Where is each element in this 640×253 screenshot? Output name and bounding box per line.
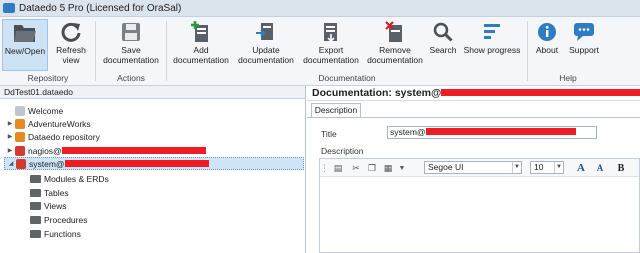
folder-icon: [30, 174, 41, 183]
tree-item-adventureworks[interactable]: ▶ AdventureWorks: [6, 117, 91, 130]
grow-font-icon[interactable]: A: [573, 162, 589, 174]
description-editor[interactable]: ⋮ ▤ ✂ ❐ ▦ ▼ Segoe UI ▼ 10 ▼ A A B: [319, 158, 640, 253]
shrink-font-icon[interactable]: A: [593, 162, 607, 174]
editor-toolbar: ⋮ ▤ ✂ ❐ ▦ ▼ Segoe UI ▼ 10 ▼ A A B: [320, 159, 639, 177]
search-icon: [431, 20, 455, 44]
tree-item-nagios[interactable]: ▶ nagios@: [6, 144, 206, 157]
folder-open-icon: [13, 21, 37, 45]
tree-item-modules-erds[interactable]: Modules & ERDs: [30, 172, 109, 185]
group-label-help: Help: [559, 73, 577, 83]
chat-icon: [572, 20, 596, 44]
bold-icon[interactable]: B: [615, 162, 627, 174]
app-icon: [3, 3, 15, 13]
remove-documentation-button[interactable]: Remove documentation: [364, 19, 426, 71]
toolbar-grip: ⋮: [320, 162, 329, 173]
progress-icon: [480, 20, 504, 44]
window-title: Dataedo 5 Pro (Licensed for OraSal): [19, 2, 182, 14]
tab-divider: [307, 117, 640, 118]
font-family-select[interactable]: Segoe UI ▼: [424, 161, 522, 174]
repository-tree: DdTest01.dataedo Welcome ▶ AdventureWork…: [0, 86, 306, 253]
redaction-bar: [441, 89, 640, 96]
tree-item-views[interactable]: Views: [30, 199, 67, 212]
save-icon: [119, 20, 143, 44]
chevron-down-icon: ▼: [554, 162, 563, 173]
ribbon-separator: [95, 21, 96, 81]
add-documentation-button[interactable]: Add documentation: [170, 19, 232, 71]
about-button[interactable]: About: [533, 19, 561, 71]
add-document-icon: [189, 20, 213, 44]
tree-item-dataedo-repository[interactable]: ▶ Dataedo repository: [6, 130, 100, 143]
database-icon: [15, 118, 25, 129]
redaction-bar: [61, 147, 206, 154]
doc-title: Documentation: system@: [307, 86, 640, 101]
folder-icon: [30, 229, 41, 238]
redaction-bar: [425, 128, 576, 135]
expand-arrow-icon[interactable]: ▶: [6, 147, 14, 154]
ribbon-separator: [166, 21, 167, 81]
group-label-repository: Repository: [27, 73, 69, 83]
new-open-button[interactable]: New/Open: [2, 19, 48, 71]
show-progress-button[interactable]: Show progress: [462, 19, 522, 71]
tree-item-functions[interactable]: Functions: [30, 227, 81, 240]
export-documentation-button[interactable]: Export documentation: [300, 19, 362, 71]
page-icon: [15, 105, 25, 116]
export-document-icon: [319, 20, 343, 44]
support-button[interactable]: Support: [566, 19, 602, 71]
description-label: Description: [321, 146, 364, 156]
refresh-icon: [59, 20, 83, 44]
search-button[interactable]: Search: [428, 19, 458, 71]
chevron-down-icon[interactable]: ▼: [397, 162, 407, 174]
expand-arrow-icon[interactable]: ▶: [6, 120, 14, 127]
paste-special-icon[interactable]: ▦: [382, 162, 394, 174]
group-label-documentation: Documentation: [318, 73, 376, 83]
title-bar: Dataedo 5 Pro (Licensed for OraSal): [0, 0, 640, 17]
info-icon: [535, 20, 559, 44]
tree-item-procedures[interactable]: Procedures: [30, 213, 87, 226]
collapse-arrow-icon[interactable]: ◢: [7, 160, 15, 167]
tree-header: DdTest01.dataedo: [0, 86, 305, 99]
folder-icon: [30, 215, 41, 224]
ribbon: New/Open Refresh view Save documentation…: [0, 17, 640, 86]
save-documentation-button[interactable]: Save documentation: [101, 19, 161, 71]
redaction-bar: [64, 160, 209, 167]
title-input[interactable]: system@: [387, 126, 597, 139]
title-label: Title: [321, 129, 337, 139]
cut-icon[interactable]: ✂: [350, 162, 362, 174]
update-document-icon: [254, 20, 278, 44]
oracle-database-icon: [15, 145, 25, 156]
group-label-actions: Actions: [117, 73, 145, 83]
paste-icon[interactable]: ▤: [332, 162, 344, 174]
tab-description[interactable]: Description: [311, 103, 361, 117]
update-documentation-button[interactable]: Update documentation: [235, 19, 297, 71]
tree-item-tables[interactable]: Tables: [30, 186, 69, 199]
copy-icon[interactable]: ❐: [366, 162, 378, 174]
oracle-database-icon: [16, 158, 26, 169]
remove-document-icon: [383, 20, 407, 44]
tree-item-welcome[interactable]: Welcome: [6, 104, 63, 117]
tree-item-system[interactable]: ◢ system@: [4, 157, 304, 170]
refresh-view-button[interactable]: Refresh view: [51, 19, 91, 71]
expand-arrow-icon[interactable]: ▶: [6, 133, 14, 140]
font-size-select[interactable]: 10 ▼: [530, 161, 564, 174]
folder-icon: [30, 188, 41, 197]
folder-icon: [30, 201, 41, 210]
documentation-panel: Documentation: system@ Description Title…: [307, 86, 640, 253]
chevron-down-icon: ▼: [512, 162, 521, 173]
database-icon: [15, 131, 25, 142]
ribbon-separator: [527, 21, 528, 81]
